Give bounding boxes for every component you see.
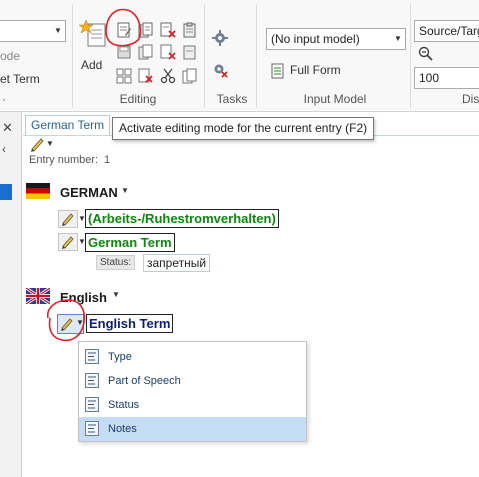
group-separator (256, 4, 257, 108)
menu-item-label: Status (108, 399, 140, 411)
field-icon (85, 397, 99, 412)
delete-term-icon[interactable] (138, 68, 154, 84)
tasks-group-label: Tasks (216, 92, 248, 106)
menu-item-notes[interactable]: Notes (79, 417, 306, 441)
entry-edit-pencil-icon[interactable] (28, 135, 48, 153)
zoom-input[interactable]: 100 (414, 67, 479, 89)
add-button[interactable]: Add (78, 18, 108, 74)
left-partial-label-top[interactable]: ode (0, 49, 20, 63)
entry-number-label: Entry number: (29, 154, 99, 166)
remove-entry-icon[interactable] (160, 44, 176, 60)
paste-icon[interactable] (182, 44, 198, 60)
field-icon (85, 373, 99, 388)
left-partial-label-bottom[interactable]: et Term (0, 72, 40, 86)
status-value[interactable]: запретный (143, 254, 211, 272)
german-term-heading[interactable]: (Arbeits-/Ruhestromverhalten) (85, 209, 279, 228)
input-model-select[interactable]: (No input model) ▼ (266, 28, 406, 50)
source-target-select[interactable]: Source/Targ (414, 20, 479, 42)
input-model-select-value: (No input model) (271, 32, 360, 46)
save-entry-icon[interactable] (116, 44, 132, 60)
zoom-value: 100 (419, 71, 440, 85)
german-term-field[interactable]: German Term (85, 233, 175, 252)
entry-grid-icon[interactable] (116, 68, 132, 84)
left-panel: ✕ ‹ (0, 112, 22, 477)
english-term-field[interactable]: English Term (86, 314, 174, 333)
field-icon (85, 349, 99, 364)
uk-flag-icon (26, 288, 50, 304)
entry-number-value: 1 (104, 154, 111, 166)
gear-icon[interactable] (212, 30, 228, 46)
full-form-button[interactable]: Full Form (270, 61, 350, 81)
panel-close-icon[interactable]: ✕ (2, 120, 13, 136)
chevron-down-icon[interactable]: ▼ (46, 139, 54, 148)
menu-item-label: Type (108, 351, 132, 363)
pencil-icon (61, 318, 73, 331)
duplicate-entry-icon[interactable] (138, 44, 154, 60)
editing-group-label: Editing (119, 92, 157, 106)
full-form-icon (271, 63, 284, 79)
add-button-label: Add (81, 58, 103, 72)
menu-item-part-of-speech[interactable]: Part of Speech (79, 369, 306, 393)
menu-item-label: Notes (108, 423, 137, 435)
edit-entry-icon[interactable] (116, 22, 132, 38)
add-entry-icon (78, 19, 106, 47)
group-separator (410, 4, 411, 108)
copy-entry-icon[interactable] (138, 22, 154, 38)
group-separator (204, 4, 205, 108)
full-form-label: Full Form (290, 63, 341, 77)
field-dropdown-menu: Type Part of Speech Status Notes (78, 341, 307, 442)
term-edit-pencil-icon[interactable] (58, 233, 78, 251)
chevron-down-icon: ▼ (76, 318, 84, 327)
chevron-down-icon[interactable]: ▼ (121, 186, 129, 195)
left-group-label: · (2, 92, 6, 106)
german-language-label[interactable]: GERMAN (60, 185, 118, 200)
chevron-down-icon[interactable]: ▼ (112, 290, 120, 299)
gear-delete-icon[interactable] (212, 62, 228, 78)
field-icon (85, 421, 99, 436)
source-target-select-value: Source/Targ (419, 24, 479, 38)
chevron-down-icon: ▼ (54, 26, 62, 35)
german-flag-icon (26, 183, 50, 199)
panel-scroll-left-icon[interactable]: ‹ (2, 142, 6, 156)
copy-icon[interactable] (182, 68, 198, 84)
group-separator (72, 4, 73, 108)
panel-selected-row[interactable] (0, 184, 12, 200)
english-term-edit-button[interactable]: ▼ (57, 314, 84, 334)
cut-icon[interactable] (160, 68, 176, 84)
status-label: Status: (96, 255, 136, 270)
delete-entry-icon[interactable] (160, 22, 176, 38)
display-group-label: Dis (462, 92, 479, 106)
input-model-group-label: Input Model (303, 92, 367, 106)
tooltip: Activate editing mode for the current en… (112, 117, 375, 140)
chevron-down-icon: ▼ (394, 34, 402, 43)
english-language-label[interactable]: English (60, 290, 107, 305)
clipboard-icon[interactable] (182, 22, 198, 38)
menu-item-status[interactable]: Status (79, 393, 306, 417)
tab-german-term[interactable]: German Term (25, 115, 111, 135)
zoom-out-icon[interactable] (418, 46, 434, 62)
menu-item-label: Part of Speech (108, 375, 181, 387)
ribbon: ▼ ode et Term · Add Editing Tasks (No in… (0, 0, 479, 112)
left-combo[interactable]: ▼ (0, 20, 66, 42)
menu-item-type[interactable]: Type (79, 345, 306, 369)
term-edit-pencil-icon[interactable] (58, 210, 78, 228)
